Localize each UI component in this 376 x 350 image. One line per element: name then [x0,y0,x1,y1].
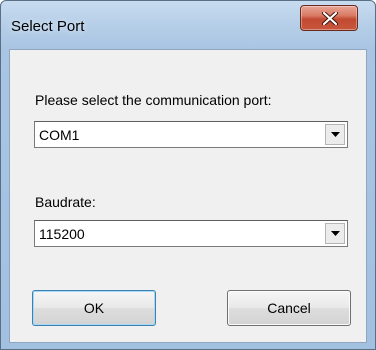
cancel-button[interactable]: Cancel [227,290,351,326]
close-button[interactable] [300,5,358,31]
port-label: Please select the communication port: [35,92,272,108]
ok-button[interactable]: OK [32,290,156,326]
port-select[interactable]: COM1 [34,121,348,148]
chevron-down-icon [331,132,340,137]
port-select-value: COM1 [39,127,80,143]
dialog-window: Select Port Please select the communicat… [0,0,376,350]
window-title: Select Port [11,18,85,35]
baudrate-label: Baudrate: [35,194,96,210]
port-dropdown-button[interactable] [325,124,345,145]
chevron-down-icon [331,231,340,236]
baudrate-dropdown-button[interactable] [325,223,345,244]
baudrate-select[interactable]: 115200 [34,220,348,247]
dialog-client-area: Please select the communication port: CO… [9,49,367,343]
baudrate-select-value: 115200 [39,226,85,242]
title-bar[interactable]: Select Port [1,1,375,49]
close-x-icon [322,12,338,25]
